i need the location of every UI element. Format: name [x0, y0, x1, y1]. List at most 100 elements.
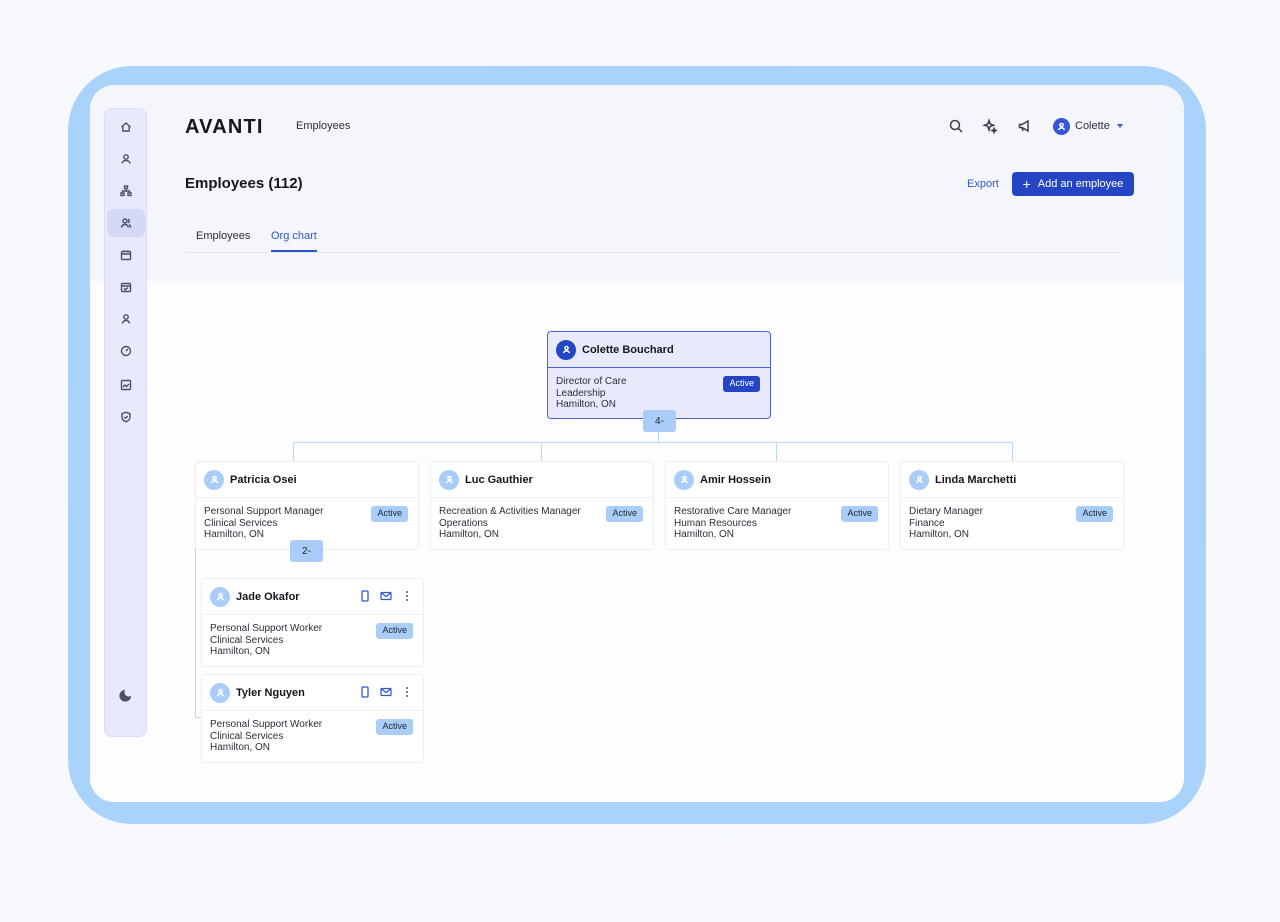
- employee-name: Patricia Osei: [230, 473, 297, 486]
- more-options-icon[interactable]: [401, 590, 413, 602]
- export-button[interactable]: Export: [967, 178, 999, 190]
- status-badge: Active: [606, 506, 643, 522]
- user-icon: [216, 688, 224, 697]
- org-card-root[interactable]: Colette Bouchard Director of Care Leader…: [547, 331, 771, 419]
- people-icon: [120, 218, 132, 228]
- card-actions: [359, 590, 413, 602]
- sidebar-item-home[interactable]: [107, 113, 145, 141]
- theme-toggle[interactable]: [107, 681, 145, 709]
- sidebar-item-profile[interactable]: [107, 145, 145, 173]
- connector-line: [293, 442, 1013, 443]
- connector-line: [658, 431, 659, 442]
- gauge-icon: [120, 345, 132, 357]
- avatar: [210, 586, 230, 607]
- user-icon: [121, 154, 131, 164]
- tab-bar: Employees Org chart: [185, 225, 1121, 253]
- phone-icon[interactable]: [359, 686, 371, 698]
- org-card-manager[interactable]: Linda Marchetti Dietary Manager Finance …: [900, 461, 1124, 550]
- card-header: Patricia Osei: [196, 462, 418, 498]
- card-body: Personal Support Worker Clinical Service…: [202, 711, 423, 762]
- app-logo[interactable]: AVANTI: [185, 116, 264, 139]
- avatar: [204, 469, 224, 490]
- status-badge: Active: [371, 506, 408, 522]
- avatar: [674, 469, 694, 490]
- tab-org-chart[interactable]: Org chart: [271, 230, 317, 252]
- user-menu[interactable]: Colette: [1053, 114, 1123, 138]
- person-icon: [121, 314, 131, 324]
- card-header: Jade Okafor: [202, 579, 423, 615]
- org-chart-icon: [120, 185, 132, 197]
- card-header: Linda Marchetti: [901, 462, 1123, 498]
- mail-icon[interactable]: [380, 686, 392, 698]
- card-body: Personal Support Worker Clinical Service…: [202, 615, 423, 666]
- add-employee-label: Add an employee: [1037, 178, 1124, 190]
- expand-reports-button[interactable]: 4-: [643, 410, 676, 432]
- mail-icon[interactable]: [380, 590, 392, 602]
- location: Hamilton, ON: [439, 529, 500, 541]
- employee-name: Linda Marchetti: [935, 473, 1017, 486]
- megaphone-icon: [1018, 119, 1029, 133]
- card-header: Amir Hossein: [666, 462, 888, 498]
- home-icon: [121, 122, 131, 132]
- employee-name: Jade Okafor: [236, 590, 300, 603]
- user-icon: [680, 475, 688, 484]
- employee-name: Colette Bouchard: [582, 343, 674, 356]
- org-card-manager[interactable]: Luc Gauthier Recreation & Activities Man…: [430, 461, 654, 550]
- org-card-manager[interactable]: Patricia Osei Personal Support Manager C…: [195, 461, 419, 550]
- user-icon: [445, 475, 453, 484]
- org-card-manager[interactable]: Amir Hossein Restorative Care Manager Hu…: [665, 461, 889, 550]
- expand-reports-button[interactable]: 2-: [290, 540, 323, 562]
- status-badge: Active: [1076, 506, 1113, 522]
- user-name: Colette: [1075, 120, 1110, 132]
- card-actions: [359, 686, 413, 698]
- sidebar-item-schedule[interactable]: [107, 273, 145, 301]
- card-body: Restorative Care Manager Human Resources…: [666, 498, 888, 549]
- connector-line: [1012, 442, 1013, 461]
- sidebar-item-org[interactable]: [107, 177, 145, 205]
- card-header: Tyler Nguyen: [202, 675, 423, 711]
- announcements-button[interactable]: [1016, 117, 1034, 135]
- sidebar-item-person[interactable]: [107, 305, 145, 333]
- location: Hamilton, ON: [909, 529, 970, 541]
- tab-employees[interactable]: Employees: [196, 230, 250, 250]
- avatar: [210, 682, 230, 703]
- sidebar-item-employees[interactable]: [107, 209, 145, 237]
- calendar-icon: [120, 250, 132, 261]
- connector-line: [541, 442, 542, 461]
- card-body: Recreation & Activities Manager Operatio…: [431, 498, 653, 549]
- sidebar: [104, 108, 147, 737]
- moon-icon: [119, 689, 132, 702]
- avatar: [439, 469, 459, 490]
- user-icon: [915, 475, 923, 484]
- employee-name: Amir Hossein: [700, 473, 771, 486]
- location: Hamilton, ON: [210, 742, 271, 754]
- org-card-report[interactable]: Tyler Nguyen Personal Support Worker Cli…: [201, 674, 424, 763]
- chevron-down-icon: [1116, 124, 1123, 128]
- ai-assistant-button[interactable]: [981, 117, 999, 135]
- sidebar-item-dashboard[interactable]: [107, 337, 145, 365]
- status-badge: Active: [841, 506, 878, 522]
- user-icon: [216, 592, 224, 601]
- user-icon: [1057, 122, 1066, 130]
- status-badge: Active: [376, 623, 413, 639]
- more-options-icon[interactable]: [401, 686, 413, 698]
- location: Hamilton, ON: [674, 529, 735, 541]
- org-card-report[interactable]: Jade Okafor Personal Support Worker Clin…: [201, 578, 424, 667]
- employee-name: Tyler Nguyen: [236, 686, 305, 699]
- sidebar-item-calendar[interactable]: [107, 241, 145, 269]
- user-avatar: [1053, 117, 1070, 135]
- user-icon: [562, 345, 570, 354]
- search-button[interactable]: [947, 117, 965, 135]
- avatar: [909, 469, 929, 490]
- analytics-icon: [120, 379, 132, 391]
- card-header: Luc Gauthier: [431, 462, 653, 498]
- search-icon: [949, 119, 963, 133]
- avatar: [556, 339, 576, 360]
- phone-icon[interactable]: [359, 590, 371, 602]
- add-employee-button[interactable]: + Add an employee: [1012, 172, 1134, 196]
- plus-icon: +: [1022, 176, 1031, 192]
- sidebar-item-security[interactable]: [107, 403, 145, 431]
- shield-icon: [121, 411, 131, 423]
- breadcrumb[interactable]: Employees: [296, 120, 350, 132]
- sidebar-item-analytics[interactable]: [107, 371, 145, 399]
